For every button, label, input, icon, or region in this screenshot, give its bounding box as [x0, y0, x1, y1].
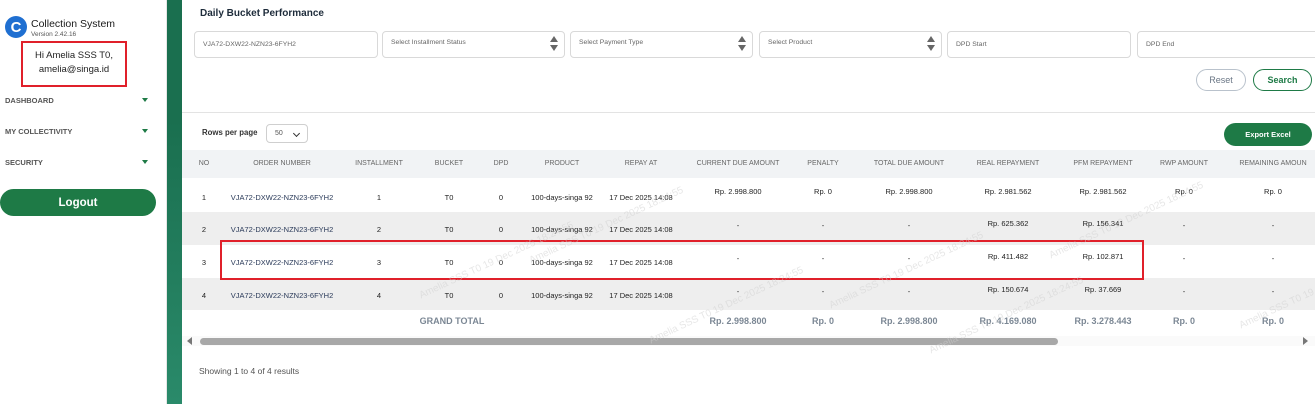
chevron-down-icon — [142, 98, 148, 102]
app-logo-icon: C — [5, 16, 27, 38]
payment-type-placeholder: Select Payment Type — [579, 39, 644, 46]
nav-item-security[interactable]: SECURITY — [5, 155, 150, 169]
highlight-box — [220, 240, 1144, 280]
nav-item-my-collectivity[interactable]: MY COLLECTIVITY — [5, 124, 150, 138]
user-greeting-box: Hi Amelia SSS T0, amelia@singa.id — [21, 41, 127, 87]
user-email: amelia@singa.id — [38, 64, 110, 75]
pagination-summary: Showing 1 to 4 of 4 results — [199, 366, 300, 376]
table-cell: - — [1271, 221, 1275, 230]
rows-per-page-label: Rows per page — [202, 128, 258, 137]
export-excel-button[interactable]: Export Excel — [1224, 123, 1312, 146]
rows-per-page-value: 50 — [275, 130, 283, 137]
nav-item-label: DASHBOARD — [5, 95, 54, 105]
nav-item-label: SECURITY — [5, 157, 43, 167]
table-cell: Rp. 0 — [1264, 187, 1282, 196]
updown-arrows-icon — [738, 36, 746, 51]
updown-arrows-icon — [927, 36, 935, 51]
grand-total-row: GRAND TOTAL Rp. 2.998.800 Rp. 0 Rp. 2.998.8… — [182, 310, 1315, 334]
page-title: Daily Bucket Performance — [200, 8, 324, 19]
main-content: Daily Bucket Performance VJA72-DXW22-NZN… — [182, 0, 1315, 404]
installment-status-select[interactable]: Select Installment Status — [382, 31, 565, 58]
sidebar-divider-strip — [167, 0, 182, 404]
app-version: Version 2.42.16 — [31, 31, 77, 38]
nav-item-dashboard[interactable]: DASHBOARD — [5, 93, 150, 107]
scroll-left-icon[interactable] — [187, 337, 192, 345]
logout-button[interactable]: Logout — [0, 189, 156, 216]
search-button[interactable]: Search — [1253, 69, 1312, 91]
rows-per-page-select[interactable]: 50 — [266, 124, 308, 143]
chevron-down-icon — [292, 129, 301, 138]
order-number-field[interactable]: VJA72-DXW22-NZN23-6FYH2 — [194, 31, 378, 58]
section-divider — [182, 112, 1315, 113]
user-greeting: Hi Amelia SSS T0, — [35, 50, 113, 61]
horizontal-scrollbar[interactable] — [182, 336, 1315, 346]
table-cell: - — [1271, 254, 1275, 263]
column-header: REMAINING AMOUN — [1239, 160, 1307, 167]
dpd-start-input[interactable]: DPD Start — [947, 31, 1131, 58]
updown-arrows-icon — [550, 36, 558, 51]
product-placeholder: Select Product — [768, 39, 813, 46]
scroll-right-icon[interactable] — [1303, 337, 1308, 345]
nav-item-label: MY COLLECTIVITY — [5, 126, 73, 136]
sidebar: C Collection System Version 2.42.16 Hi A… — [0, 0, 167, 404]
chevron-down-icon — [142, 129, 148, 133]
app-root: C Collection System Version 2.42.16 Hi A… — [0, 0, 1315, 404]
app-title: Collection System — [31, 18, 116, 30]
installment-status-placeholder: Select Installment Status — [391, 39, 466, 46]
dpd-end-input[interactable]: DPD End — [1137, 31, 1315, 58]
table-header: NO ORDER NUMBER INSTALLMENT BUCKET DPD PRODUC… — [182, 150, 1315, 178]
reset-button[interactable]: Reset — [1196, 69, 1246, 91]
payment-type-select[interactable]: Select Payment Type — [570, 31, 753, 58]
brand: C Collection System Version 2.42.16 — [5, 15, 115, 39]
grand-total-label: GRAND TOTAL — [419, 316, 485, 326]
product-select[interactable]: Select Product — [759, 31, 942, 58]
